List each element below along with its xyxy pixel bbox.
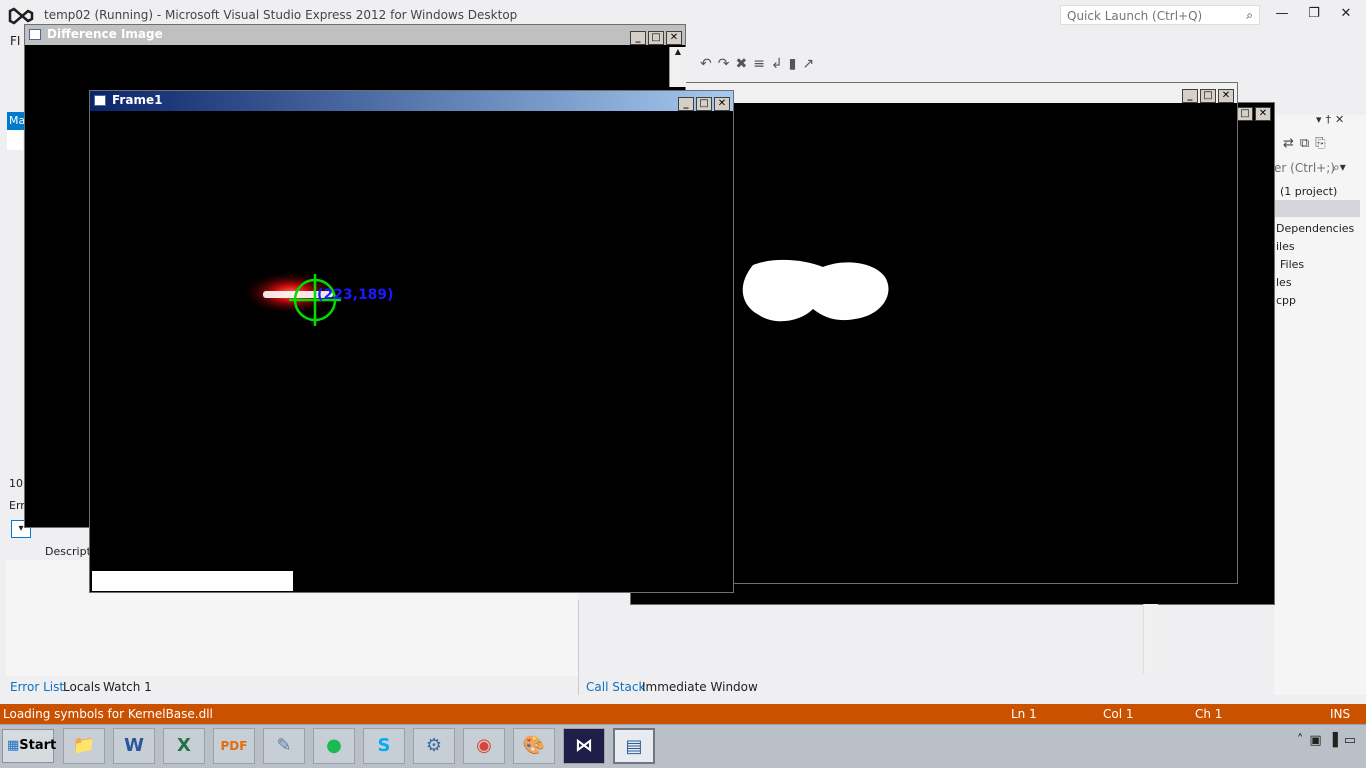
close-button[interactable]: ✕ <box>1334 6 1358 24</box>
indent-icon[interactable]: ≡ <box>753 56 771 72</box>
tree-item-project[interactable]: (1 project) <box>1280 185 1337 198</box>
solution-toolbar: ⇄⧉⎘ <box>1283 136 1332 151</box>
sync-icon[interactable]: ⇄ <box>1283 136 1300 151</box>
frame1-title-bar[interactable]: Frame1 _ □ ✕ <box>90 91 733 111</box>
minimize-icon[interactable]: _ <box>1182 89 1198 103</box>
tab-watch-1[interactable]: Watch 1 <box>103 680 152 694</box>
output-scrollbar[interactable] <box>1143 604 1158 674</box>
device-icon[interactable]: ▣ <box>1309 733 1327 748</box>
windows-logo-icon: ▦ <box>7 738 20 753</box>
close-icon[interactable]: ✕ <box>666 31 682 45</box>
skype-icon[interactable]: S <box>363 728 405 764</box>
debug-toolbar: ↶↷✖≡↲▮↗ <box>700 56 820 72</box>
maximize-icon[interactable]: □ <box>1200 89 1216 103</box>
search-icon[interactable]: ⌕ <box>1246 8 1253 23</box>
frame1-title: Frame1 <box>112 93 163 107</box>
notepad-icon[interactable]: ✎ <box>263 728 305 764</box>
collapse-icon[interactable]: ⧉ <box>1300 136 1315 151</box>
menu-file[interactable]: FI <box>10 34 20 48</box>
panel-controls: ▾†✕ <box>1316 113 1348 126</box>
frame-status-strip <box>92 571 293 591</box>
quick-launch-input[interactable] <box>1065 7 1239 25</box>
position-label: (223,189) <box>317 287 394 303</box>
error-panel-title: Err <box>9 499 25 512</box>
tree-item-resource-files[interactable]: Files <box>1280 258 1304 271</box>
bookmark-next-icon[interactable]: ↗ <box>802 56 820 72</box>
camera-frame: (223,189) <box>92 271 394 591</box>
close-icon[interactable]: ✕ <box>1255 107 1271 121</box>
close-icon[interactable]: ✕ <box>1218 89 1234 103</box>
copy-icon[interactable]: ⎘ <box>1315 136 1331 151</box>
solution-search-input[interactable]: er (Ctrl+;) <box>1274 161 1335 175</box>
monitor-icon[interactable]: ▭ <box>1344 733 1362 748</box>
frame1-window[interactable]: Frame1 _ □ ✕ (223,189) <box>89 90 734 593</box>
system-tray: ˄▣▐▭ <box>1297 733 1362 748</box>
minimize-icon[interactable]: _ <box>630 31 646 45</box>
difference-title: Difference Image <box>47 27 163 41</box>
close-icon[interactable]: ✕ <box>714 97 730 111</box>
tree-item-source-files[interactable]: les <box>1276 276 1292 289</box>
excel-icon[interactable]: X <box>163 728 205 764</box>
zoom-level[interactable]: 10 <box>9 477 23 490</box>
status-column: Col 1 <box>1103 707 1134 721</box>
tab-call-stack[interactable]: Call Stack <box>586 680 645 694</box>
start-label: Start <box>19 738 57 753</box>
tab-locals[interactable]: Locals <box>63 680 100 694</box>
pin-icon[interactable]: † <box>1326 113 1336 126</box>
breakpoint-icon[interactable]: ✖ <box>735 56 753 72</box>
tree-item-dependencies[interactable]: Dependencies <box>1276 222 1354 235</box>
left-panel-fragment <box>7 130 23 150</box>
status-line: Ln 1 <box>1011 707 1037 721</box>
signal-icon[interactable]: ▐ <box>1328 733 1344 748</box>
maximize-icon[interactable]: □ <box>696 97 712 111</box>
dropdown-icon[interactable]: ▾ <box>1316 113 1326 126</box>
word-icon[interactable]: W <box>113 728 155 764</box>
step-back-icon[interactable]: ↶ <box>700 56 718 72</box>
minimize-icon[interactable]: _ <box>678 97 694 111</box>
tab-immediate-window[interactable]: Immediate Window <box>642 680 758 694</box>
window-title: temp02 (Running) - Microsoft Visual Stud… <box>44 8 518 22</box>
chevron-up-icon[interactable]: ˄ <box>1297 733 1310 748</box>
tree-item-header-files[interactable]: iles <box>1276 240 1295 253</box>
comment-icon[interactable]: ↲ <box>771 56 789 72</box>
tab-error-list[interactable]: Error List <box>10 680 64 694</box>
panel-divider <box>578 600 579 695</box>
scroll-up-icon[interactable]: ▲ <box>670 47 686 56</box>
restore-button[interactable]: ❐ <box>1302 6 1326 24</box>
search-icon[interactable]: ⌕▾ <box>1333 160 1346 175</box>
quick-launch-box[interactable]: ⌕ <box>1060 5 1260 25</box>
window-icon <box>29 29 41 40</box>
maximize-icon[interactable]: □ <box>648 31 664 45</box>
file-explorer-icon[interactable]: 📁 <box>63 728 105 764</box>
chrome-icon[interactable]: ◉ <box>463 728 505 764</box>
visual-studio-icon[interactable]: ⋈ <box>563 728 605 764</box>
status-insert-mode: INS <box>1330 707 1351 721</box>
difference-title-bar[interactable]: Difference Image _ □ ✕ <box>25 25 685 45</box>
paint-icon[interactable]: 🎨 <box>513 728 555 764</box>
step-forward-icon[interactable]: ↷ <box>718 56 736 72</box>
start-button[interactable]: ▦Start <box>2 729 57 763</box>
spotify-icon[interactable]: ● <box>313 728 355 764</box>
window-icon <box>94 95 106 106</box>
minimize-button[interactable]: — <box>1270 6 1294 24</box>
left-tab[interactable]: Ma <box>7 112 25 130</box>
selected-tree-row[interactable] <box>1274 200 1360 217</box>
status-char: Ch 1 <box>1195 707 1223 721</box>
window-app-icon[interactable]: ▤ <box>613 728 655 764</box>
maximize-icon[interactable]: □ <box>1237 107 1253 121</box>
taskbar: ▦Start 📁 W X PDF ✎ ● S ⚙ ◉ 🎨 ⋈ ▤ ˄▣▐▭ <box>0 724 1366 768</box>
status-message: Loading symbols for KernelBase.dll <box>3 707 213 721</box>
threshold-blob <box>742 259 889 322</box>
close-panel-icon[interactable]: ✕ <box>1335 113 1348 126</box>
bookmark-icon[interactable]: ▮ <box>789 56 803 72</box>
scrollbar[interactable]: ▲ <box>669 47 686 87</box>
status-bar: Loading symbols for KernelBase.dll Ln 1 … <box>0 704 1366 724</box>
pdf-icon[interactable]: PDF <box>213 728 255 764</box>
tree-item-cpp[interactable]: cpp <box>1276 294 1296 307</box>
column-header-description[interactable]: Descripti <box>45 545 94 558</box>
control-panel-icon[interactable]: ⚙ <box>413 728 455 764</box>
